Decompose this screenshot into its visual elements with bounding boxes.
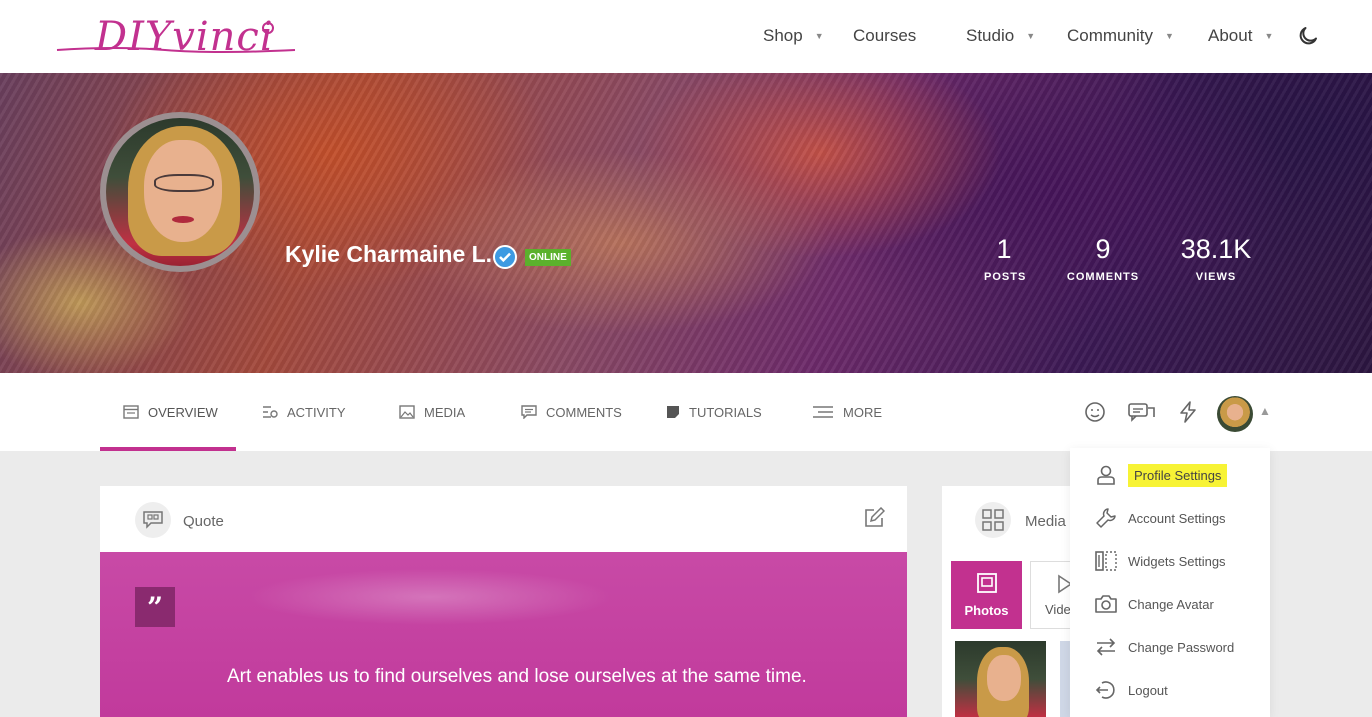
user-avatar[interactable] [1217,396,1253,432]
user-dropdown-menu: Profile Settings Account Settings Widget… [1070,448,1270,717]
overview-icon [123,405,139,419]
camera-icon [1095,595,1117,613]
tab-comments[interactable]: COMMENTS [521,402,622,422]
activity-icon [263,406,278,418]
top-header: DIYvinci Shop ▼ Courses Studio ▼ Community… [0,0,1372,73]
profile-name: Kylie Charmaine L. [285,241,493,267]
nav-community[interactable]: Community ▼ [1067,26,1174,46]
tab-label: OVERVIEW [148,404,218,420]
quote-card-icon [135,502,171,538]
comments-icon [521,405,537,419]
menu-widgets-settings[interactable]: Widgets Settings [1094,546,1226,576]
arrows-icon [1096,638,1116,656]
moon-icon[interactable] [1296,24,1320,48]
wrench-icon [1096,508,1116,528]
media-thumbnail[interactable] [955,641,1046,717]
nav-studio[interactable]: Studio ▼ [966,26,1035,46]
smiley-icon[interactable] [1084,401,1106,423]
media-card-icon [975,502,1011,538]
nav-shop[interactable]: Shop ▼ [763,26,824,46]
menu-profile-settings[interactable]: Profile Settings [1094,460,1228,490]
caret-down-icon: ▼ [1264,31,1274,41]
quote-card-title: Quote [183,513,224,530]
logout-icon [1095,681,1115,699]
stat-comments: 9 COMMENTS [1064,234,1142,283]
verified-badge-icon [493,245,517,269]
nav-label: About [1208,26,1253,45]
menu-item-label: Widgets Settings [1128,553,1226,569]
menu-item-label: Change Avatar [1128,596,1214,612]
online-status-badge: ONLINE [525,249,571,266]
profile-avatar[interactable] [100,112,260,272]
caret-down-icon: ▼ [1026,31,1036,41]
menu-change-avatar[interactable]: Change Avatar [1094,589,1214,619]
user-icon [1097,465,1115,485]
stat-label: POSTS [984,271,1027,283]
quote-text: Art enables us to find ourselves and los… [227,666,807,687]
tab-media[interactable]: MEDIA [399,402,465,422]
tab-label: COMMENTS [546,404,622,420]
tab-label: TUTORIALS [689,404,762,420]
more-icon [813,406,833,418]
tab-overview[interactable]: OVERVIEW [123,402,218,422]
stat-views: 38.1K VIEWS [1178,234,1254,283]
nav-label: Shop [763,26,803,45]
stat-value: 38.1K [1180,234,1252,264]
nav-label: Courses [853,26,917,45]
menu-item-label: Logout [1128,682,1168,698]
menu-item-label: Profile Settings [1128,463,1228,487]
stat-value: 1 [996,234,1012,264]
tab-activity[interactable]: ACTIVITY [262,402,346,422]
chevron-up-icon[interactable]: ▲ [1259,404,1271,418]
caret-down-icon: ▼ [1164,31,1174,41]
menu-change-password[interactable]: Change Password [1094,632,1234,662]
photos-icon [976,573,997,593]
tab-label: MORE [843,404,882,420]
media-card-title: Media [1025,513,1066,530]
menu-account-settings[interactable]: Account Settings [1094,503,1226,533]
widgets-icon [1095,551,1117,571]
tab-label: ACTIVITY [287,404,346,420]
nav-courses[interactable]: Courses [853,26,916,46]
media-tab-photos[interactable]: Photos [951,561,1022,629]
stat-label: COMMENTS [1066,271,1140,283]
caret-down-icon: ▼ [814,31,824,41]
menu-logout[interactable]: Logout [1094,675,1168,705]
tab-more[interactable]: MORE [812,402,882,422]
tab-tutorials[interactable]: TUTORIALS [666,402,762,422]
stat-label: VIEWS [1195,271,1237,283]
stat-posts: 1 POSTS [984,234,1027,283]
main-nav: Shop ▼ Courses Studio ▼ Community ▼ About ▼ [0,0,1372,73]
tutorials-icon [667,406,679,418]
messages-icon[interactable] [1128,401,1156,423]
quote-panel: ” Art enables us to find ourselves and l… [100,552,907,717]
menu-item-label: Account Settings [1128,510,1226,526]
menu-item-label: Change Password [1128,639,1235,655]
nav-label: Community [1067,26,1153,45]
quote-mark-icon: ” [135,587,175,627]
active-tab-indicator [100,447,236,451]
media-tab-label: Photos [964,603,1009,618]
flash-icon[interactable] [1177,401,1199,423]
edit-icon[interactable] [863,507,885,529]
tab-label: MEDIA [424,404,466,420]
media-icon [399,405,415,419]
nav-about[interactable]: About ▼ [1208,26,1273,46]
profile-tabbar: OVERVIEW ACTIVITY MEDIA COMMENTS TUTORIA… [0,373,1372,451]
stat-value: 9 [1095,234,1111,264]
nav-label: Studio [966,26,1015,45]
